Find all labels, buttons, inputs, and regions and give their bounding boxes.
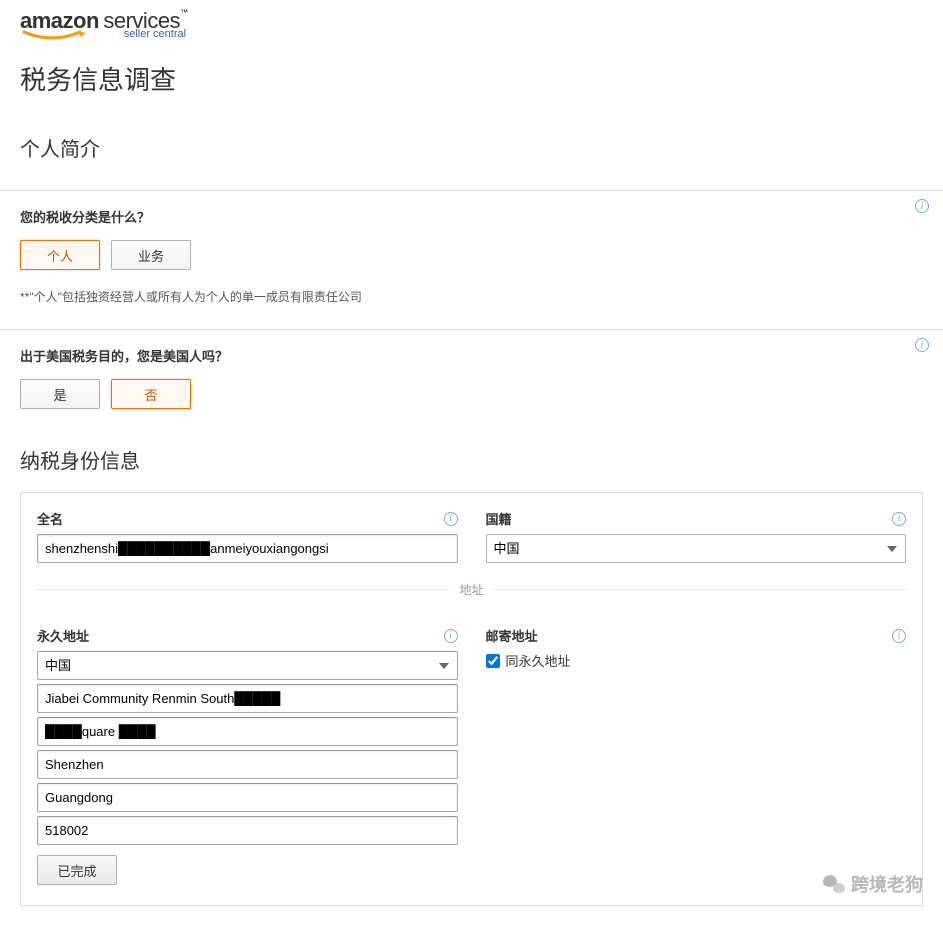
tax-classification-hint: **"个人"包括独资经营人或所有人为个人的单一成员有限责任公司 (20, 288, 923, 305)
us-person-question: 出于美国税务目的，您是美国人吗？ (20, 346, 923, 365)
info-icon[interactable]: i (444, 629, 458, 643)
permanent-address-label: 永久地址 (37, 626, 89, 645)
address-province-input[interactable] (37, 783, 458, 812)
info-icon[interactable]: i (444, 512, 458, 526)
no-button[interactable]: 否 (111, 379, 191, 409)
us-person-section: i 出于美国税务目的，您是美国人吗？ 是 否 (0, 329, 943, 433)
full-name-label: 全名 (37, 509, 63, 528)
tax-identity-heading: 纳税身份信息 (0, 433, 943, 492)
wechat-icon (823, 873, 845, 895)
address-divider-label: 地址 (449, 583, 493, 597)
full-name-input[interactable] (37, 534, 458, 563)
address-city-input[interactable] (37, 750, 458, 779)
logo-tm: ™ (180, 8, 188, 17)
nationality-select[interactable]: 中国 (486, 534, 907, 563)
address-line2-input[interactable] (37, 717, 458, 746)
yes-button[interactable]: 是 (20, 379, 100, 409)
business-button[interactable]: 业务 (111, 240, 191, 270)
mailing-address-label: 邮寄地址 (486, 626, 538, 645)
profile-heading: 个人简介 (0, 127, 943, 190)
nationality-label: 国籍 (486, 509, 512, 528)
same-as-permanent-checkbox[interactable] (486, 654, 500, 668)
watermark: 跨境老狗 (823, 871, 923, 897)
address-country-select[interactable]: 中国 (37, 651, 458, 680)
address-postal-input[interactable] (37, 816, 458, 845)
address-divider: 地址 (37, 589, 906, 608)
logo-amazon-text: amazon (20, 8, 99, 33)
watermark-text: 跨境老狗 (851, 871, 923, 897)
same-as-permanent-label[interactable]: 同永久地址 (506, 651, 571, 670)
done-button[interactable]: 已完成 (37, 855, 117, 885)
info-icon[interactable]: i (892, 512, 906, 526)
address-line1-input[interactable] (37, 684, 458, 713)
info-icon[interactable]: i (915, 338, 929, 352)
amazon-services-logo: amazon services™ seller central (20, 8, 188, 40)
info-icon[interactable]: i (892, 629, 906, 643)
info-icon[interactable]: i (915, 199, 929, 213)
tax-identity-card: 全名 i 国籍 i 中国 地址 永久地址 i 中国 (20, 492, 923, 906)
tax-classification-question: 您的税收分类是什么？ (20, 207, 923, 226)
page-title: 税务信息调查 (0, 42, 943, 127)
individual-button[interactable]: 个人 (20, 240, 100, 270)
tax-classification-section: i 您的税收分类是什么？ 个人 业务 **"个人"包括独资经营人或所有人为个人的… (0, 190, 943, 329)
